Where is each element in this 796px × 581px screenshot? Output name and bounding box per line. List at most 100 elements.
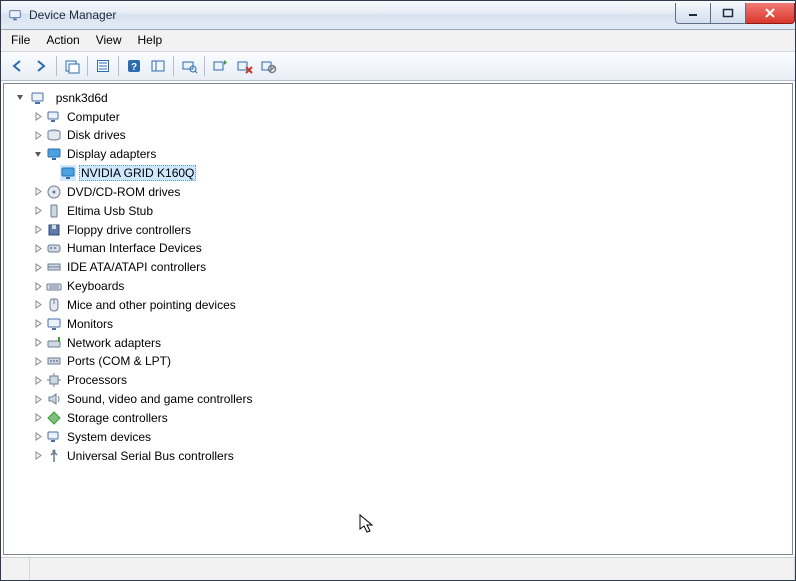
menu-view[interactable]: View [88, 30, 130, 51]
expand-icon[interactable] [32, 337, 44, 349]
expand-icon[interactable] [32, 412, 44, 424]
toolbar-separator [118, 56, 119, 76]
tree-category[interactable]: Sound, video and game controllers [32, 389, 792, 408]
device-manager-icon [7, 7, 23, 23]
tree-category-label: Floppy drive controllers [65, 223, 193, 237]
menu-action[interactable]: Action [38, 30, 87, 51]
tree-category[interactable]: Storage controllers [32, 408, 792, 427]
disk-icon [46, 127, 62, 143]
uninstall-icon[interactable] [232, 54, 256, 78]
optical-icon [46, 184, 62, 200]
tree-category-label: Sound, video and game controllers [65, 392, 254, 406]
expand-icon[interactable] [32, 186, 44, 198]
statusbar-cell [1, 558, 30, 580]
statusbar-cell [30, 558, 795, 580]
floppy-icon [46, 222, 62, 238]
tree-device-label: NVIDIA GRID K160Q [79, 165, 196, 181]
show-hidden-icon[interactable] [60, 54, 84, 78]
tree-category-label: Human Interface Devices [65, 241, 204, 255]
tree-category[interactable]: Universal Serial Bus controllers [32, 446, 792, 465]
toolbar-separator [87, 56, 88, 76]
tree-category[interactable]: Eltima Usb Stub [32, 201, 792, 220]
help-icon[interactable]: ? [122, 54, 146, 78]
expand-icon[interactable] [32, 280, 44, 292]
tree-category-label: Eltima Usb Stub [65, 204, 155, 218]
tree-category-label: System devices [65, 430, 153, 444]
tree-category[interactable]: IDE ATA/ATAPI controllers [32, 257, 792, 276]
expand-icon[interactable] [32, 299, 44, 311]
tree-device[interactable]: NVIDIA GRID K160Q [58, 163, 792, 182]
expand-icon[interactable] [32, 242, 44, 254]
menu-help[interactable]: Help [130, 30, 171, 51]
tree-category-label: Keyboards [65, 279, 126, 293]
tree-category[interactable]: DVD/CD-ROM drives [32, 182, 792, 201]
tree-category-label: Disk drives [65, 128, 128, 142]
expand-icon[interactable] [32, 129, 44, 141]
expand-icon[interactable] [32, 431, 44, 443]
cpu-icon [46, 372, 62, 388]
tree-category[interactable]: Computer [32, 107, 792, 126]
display-icon [46, 146, 62, 162]
tree-category-label: Computer [65, 110, 122, 124]
ide-icon [46, 259, 62, 275]
mouse-icon [46, 297, 62, 313]
nav-forward-icon[interactable] [29, 54, 53, 78]
menubar: File Action View Help [1, 30, 795, 52]
tree-category[interactable]: Network adapters [32, 333, 792, 352]
expand-icon[interactable] [32, 450, 44, 462]
computer-icon [46, 109, 62, 125]
nav-back-icon[interactable] [5, 54, 29, 78]
tree-category-label: IDE ATA/ATAPI controllers [65, 260, 208, 274]
tree-category[interactable]: System devices [32, 427, 792, 446]
tree-category[interactable]: Ports (COM & LPT) [32, 352, 792, 371]
properties-icon[interactable] [91, 54, 115, 78]
tree-category-label: Mice and other pointing devices [65, 298, 238, 312]
svg-text:?: ? [131, 62, 137, 73]
expand-icon[interactable] [32, 355, 44, 367]
minimize-button[interactable] [675, 3, 711, 24]
device-tree[interactable]: psnk3d6d Computer Disk drives Display adap… [3, 83, 793, 555]
storage-icon [46, 410, 62, 426]
tree-category-label: Universal Serial Bus controllers [65, 449, 236, 463]
titlebar[interactable]: Device Manager [1, 1, 795, 30]
collapse-icon[interactable] [32, 148, 44, 160]
computer-root-icon [31, 90, 47, 106]
expand-icon[interactable] [32, 224, 44, 236]
tree-root[interactable]: psnk3d6d Computer Disk drives Display adap… [14, 88, 792, 465]
tree-category[interactable]: Display adaptersNVIDIA GRID K160Q [32, 144, 792, 182]
tree-category[interactable]: Human Interface Devices [32, 239, 792, 258]
disable-icon[interactable] [256, 54, 280, 78]
port-icon [46, 353, 62, 369]
expand-icon[interactable] [32, 205, 44, 217]
tree-category[interactable]: Processors [32, 370, 792, 389]
collapse-icon[interactable] [14, 92, 26, 104]
toolbar-separator [56, 56, 57, 76]
monitor-icon [46, 316, 62, 332]
tree-category[interactable]: Monitors [32, 314, 792, 333]
update-driver-icon[interactable] [208, 54, 232, 78]
console-tree-icon[interactable] [146, 54, 170, 78]
hid-icon [46, 240, 62, 256]
tree-category[interactable]: Floppy drive controllers [32, 220, 792, 239]
expand-icon[interactable] [32, 261, 44, 273]
expand-icon[interactable] [32, 393, 44, 405]
tree-category[interactable]: Mice and other pointing devices [32, 295, 792, 314]
expand-icon[interactable] [32, 111, 44, 123]
tree-root-label: psnk3d6d [54, 91, 110, 105]
usb-icon [46, 448, 62, 464]
sound-icon [46, 391, 62, 407]
tree-category-label: Ports (COM & LPT) [65, 354, 173, 368]
maximize-button[interactable] [711, 3, 746, 24]
expand-icon[interactable] [32, 318, 44, 330]
window-title: Device Manager [29, 8, 675, 22]
expand-icon[interactable] [32, 374, 44, 386]
tree-category-label: Processors [65, 373, 129, 387]
keyboard-icon [46, 278, 62, 294]
tree-category[interactable]: Keyboards [32, 276, 792, 295]
menu-file[interactable]: File [3, 30, 38, 51]
tree-category-label: Monitors [65, 317, 115, 331]
tree-category[interactable]: Disk drives [32, 126, 792, 145]
close-button[interactable] [746, 3, 795, 24]
tree-category-label: DVD/CD-ROM drives [65, 185, 182, 199]
scan-hardware-icon[interactable] [177, 54, 201, 78]
